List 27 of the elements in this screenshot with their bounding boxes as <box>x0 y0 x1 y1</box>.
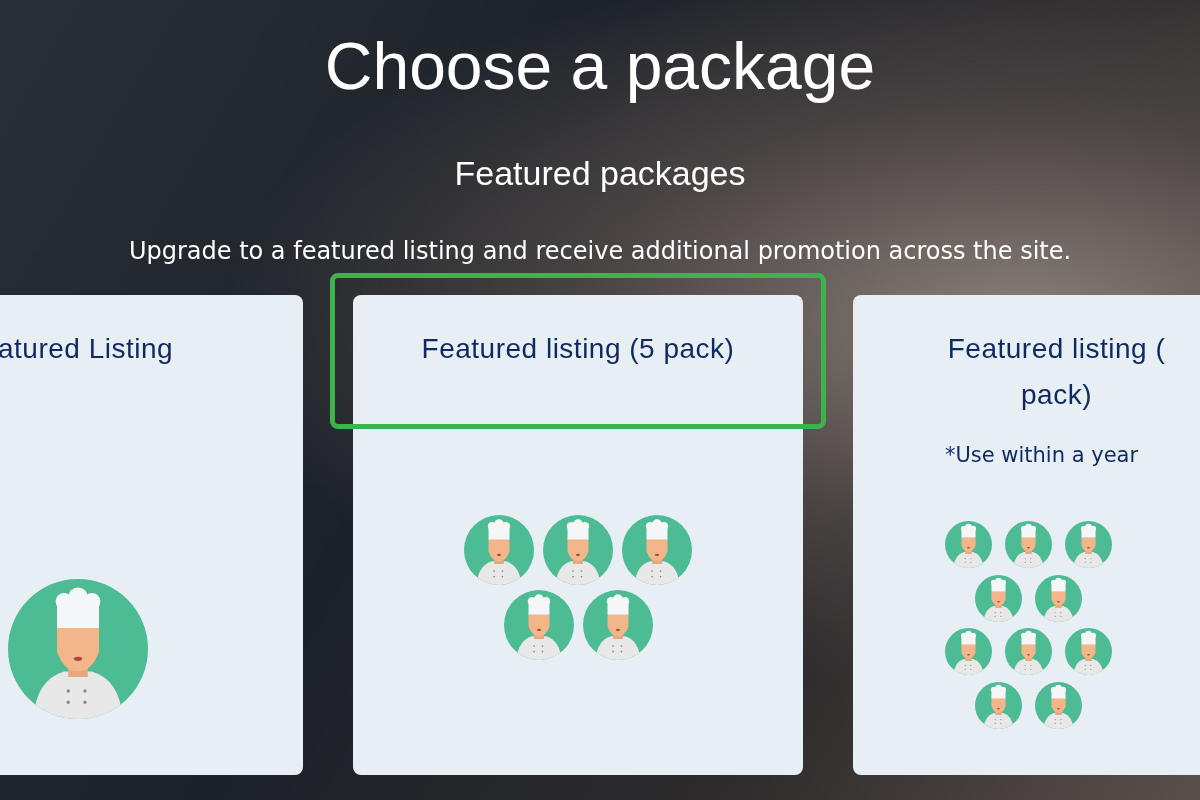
package-title: Featured listing (5 pack) <box>421 333 735 365</box>
chef-avatar-icon <box>1065 628 1112 675</box>
package-card[interactable]: Featured listing (5 pack) <box>353 295 803 775</box>
package-card[interactable]: Featured listing ( pack) *Use within a year <box>853 295 1200 775</box>
chef-avatar-icon <box>543 515 613 585</box>
chef-avatar-icon <box>975 681 1022 729</box>
chef-avatar-icon <box>622 515 692 585</box>
package-title: Featured listing ( <box>947 333 1166 365</box>
chef-avatar-icon <box>945 628 992 675</box>
section-title: Featured packages <box>454 154 746 193</box>
package-title: atured Listing <box>0 333 174 365</box>
section-description: Upgrade to a featured listing and receive additional promotion across the site. <box>128 237 1072 265</box>
chef-avatar-icon <box>1005 628 1052 675</box>
chef-avatar-icon <box>503 589 574 660</box>
package-title: pack) <box>1021 379 1092 411</box>
chef-avatar-icon <box>1065 521 1112 568</box>
chef-avatar-icon <box>8 579 148 719</box>
chef-avatar-icon <box>945 521 992 568</box>
page-heading: Choose a package <box>324 28 876 104</box>
package-card[interactable]: atured Listing <box>0 295 303 775</box>
chef-avatar-icon <box>1035 574 1082 622</box>
chef-avatar-icon <box>464 515 534 585</box>
chef-avatar-icon <box>582 589 653 660</box>
chef-avatar-icon <box>1005 521 1052 568</box>
package-note: *Use within a year <box>944 443 1139 467</box>
chef-avatar-icon <box>975 574 1022 622</box>
chef-avatar-icon <box>1035 681 1082 729</box>
